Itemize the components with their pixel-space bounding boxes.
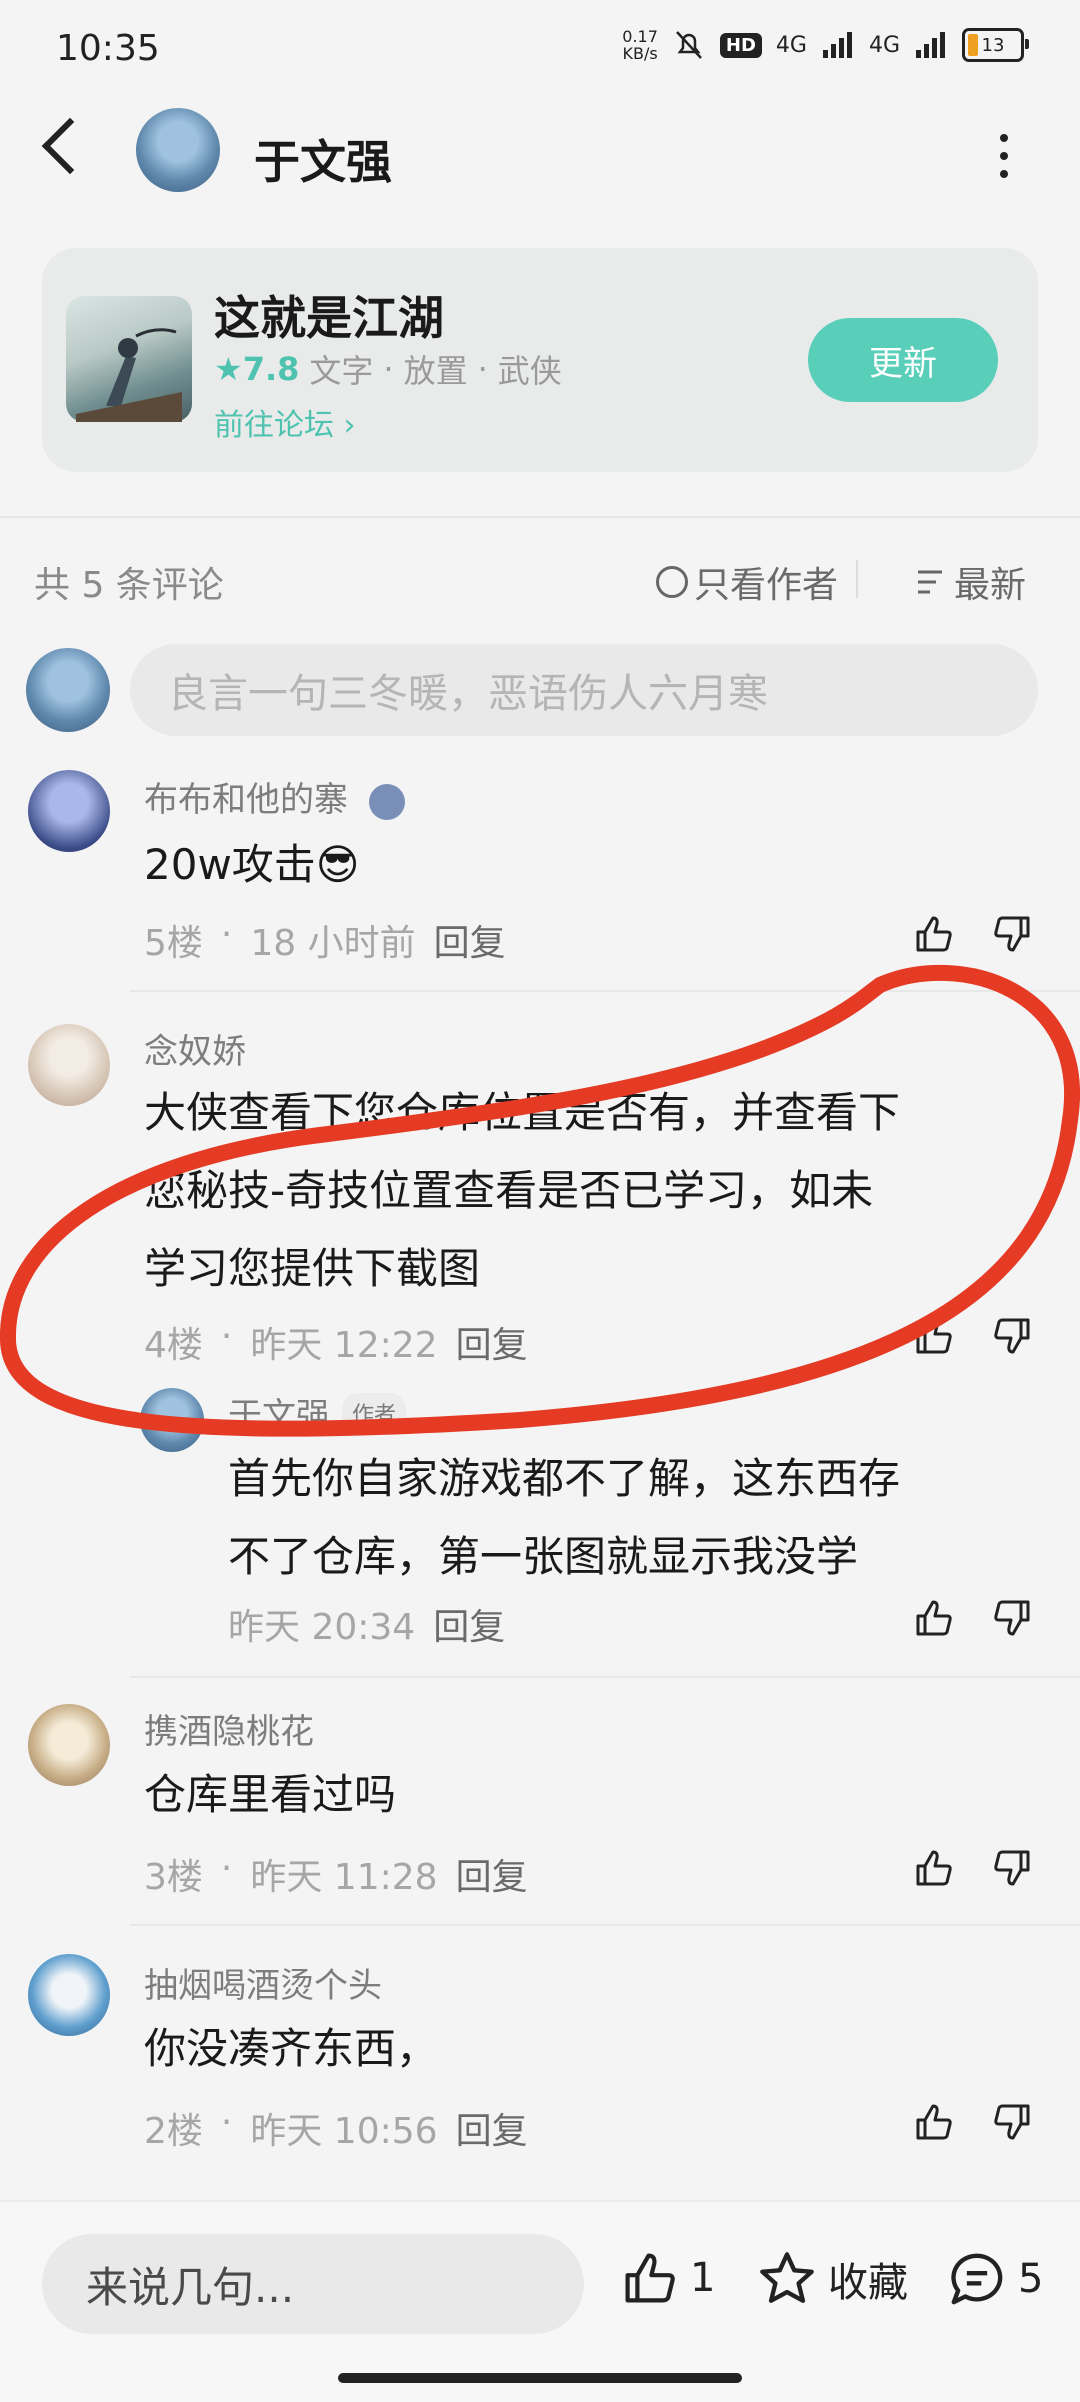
comment-username[interactable]: 布布和他的寨: [144, 772, 405, 821]
author-only-label: 只看作者: [694, 565, 839, 606]
game-title[interactable]: 这就是江湖: [214, 282, 444, 348]
divider: [130, 1676, 1080, 1678]
author-only-toggle[interactable]: 只看作者: [656, 556, 838, 608]
status-time: 10:35: [56, 28, 160, 69]
comment-text: 仓库里看过吗: [144, 1770, 397, 1819]
like-icon[interactable]: [914, 1598, 954, 1638]
net-speed: 0.17 KB/s: [622, 28, 658, 62]
username-text: 布布和他的寨: [144, 780, 348, 820]
dislike-icon[interactable]: [992, 1848, 1032, 1888]
comment-count: 共 5 条评论: [34, 565, 224, 606]
game-art-icon: [76, 328, 182, 422]
say-input[interactable]: 来说几句...: [42, 2234, 584, 2334]
more-options-icon[interactable]: [1000, 134, 1008, 188]
net2-label: 4G: [868, 32, 900, 58]
comment-time: 昨天 11:28: [250, 1857, 438, 1898]
tag: 文字: [309, 352, 374, 390]
signal-icon-2: [916, 32, 945, 58]
sort-label: 最新: [954, 565, 1027, 606]
comment-line: 不了仓库，第一张图就显示我没学: [228, 1532, 859, 1581]
sort-button[interactable]: 最新: [916, 556, 1026, 608]
radio-icon: [656, 566, 688, 598]
collect-button[interactable]: 收藏: [758, 2250, 908, 2308]
comment-time: 18 小时前: [250, 923, 416, 964]
comment-time: 昨天 20:34: [228, 1607, 416, 1648]
comment-time: 昨天 10:56: [250, 2111, 438, 2152]
comment-text: 你没凑齐东西，: [144, 2024, 439, 2073]
tag-dot: ·: [477, 350, 488, 388]
dot: ·: [220, 2102, 233, 2143]
comment-username[interactable]: 携酒隐桃花: [144, 1704, 314, 1753]
floor: 5楼: [144, 923, 203, 964]
like-count: 1: [690, 2255, 716, 2301]
battery-icon: 13: [962, 28, 1029, 62]
divider: [856, 560, 858, 598]
home-indicator[interactable]: [338, 2373, 742, 2383]
rating: ★7.8: [214, 350, 300, 388]
update-button[interactable]: 更新: [808, 318, 998, 402]
reply-button[interactable]: 回复: [456, 1848, 528, 1900]
reply-meta: 昨天 20:34 回复: [228, 1598, 505, 1650]
reply-button[interactable]: 回复: [434, 914, 506, 966]
battery-level: 13: [981, 34, 1005, 56]
comment-count-badge: 5: [1018, 2256, 1044, 2302]
net-speed-value: 0.17: [622, 27, 658, 46]
game-icon[interactable]: [66, 296, 192, 422]
avatar[interactable]: [28, 1954, 110, 2036]
tag-dot: ·: [383, 350, 394, 388]
divider: [130, 1924, 1080, 1926]
verified-badge-icon: [368, 783, 405, 820]
comment-meta: 3楼 · 昨天 11:28 回复: [144, 1848, 528, 1900]
tag: 武侠: [497, 352, 562, 390]
like-icon: [625, 2253, 675, 2303]
net-speed-unit: KB/s: [622, 44, 658, 63]
avatar[interactable]: [136, 108, 220, 192]
comment-bubble-icon: [951, 2253, 1003, 2305]
star-icon: [760, 2252, 814, 2303]
comment-meta: 5楼 · 18 小时前 回复: [144, 914, 506, 966]
dislike-icon[interactable]: [992, 914, 1032, 954]
like-button[interactable]: 1: [622, 2250, 715, 2306]
sort-icon: [918, 570, 942, 594]
rating-value: 7.8: [242, 350, 300, 388]
divider: [0, 516, 1080, 518]
avatar[interactable]: [28, 770, 110, 852]
comment-meta: 2楼 · 昨天 10:56 回复: [144, 2102, 528, 2154]
collect-label: 收藏: [828, 2260, 908, 2306]
forum-link[interactable]: 前往论坛 ›: [214, 400, 356, 444]
like-icon[interactable]: [914, 1848, 954, 1888]
dislike-icon[interactable]: [992, 1598, 1032, 1638]
dot: ·: [220, 1848, 233, 1889]
back-icon[interactable]: [41, 117, 99, 175]
status-icons: 0.17 KB/s HD 4G 4G 13: [622, 28, 1029, 62]
annotation-loop: [0, 965, 1080, 1437]
page-title: 于文强: [254, 135, 392, 189]
dot: ·: [220, 914, 233, 955]
avatar[interactable]: [28, 1704, 110, 1786]
comments-button[interactable]: 5: [948, 2250, 1043, 2308]
comment-username[interactable]: 抽烟喝酒烫个头: [144, 1958, 382, 2007]
floor: 2楼: [144, 2111, 203, 2152]
reply-button[interactable]: 回复: [433, 1598, 505, 1650]
signal-icon: [822, 32, 852, 58]
like-icon[interactable]: [914, 2102, 954, 2142]
reply-button[interactable]: 回复: [456, 2102, 528, 2154]
floor: 3楼: [144, 1857, 203, 1898]
comment-input[interactable]: 良言一句三冬暖，恶语伤人六月寒: [130, 644, 1038, 736]
net1-label: 4G: [775, 32, 807, 58]
comment-text: 20w攻击😎: [144, 840, 360, 889]
hd-badge: HD: [719, 32, 762, 58]
like-icon[interactable]: [914, 914, 954, 954]
dislike-icon[interactable]: [992, 2102, 1032, 2142]
mute-icon: [675, 31, 702, 59]
my-avatar: [26, 648, 110, 732]
game-meta: ★7.8 文字 · 放置 · 武侠: [214, 346, 562, 392]
tag: 放置: [403, 352, 468, 390]
